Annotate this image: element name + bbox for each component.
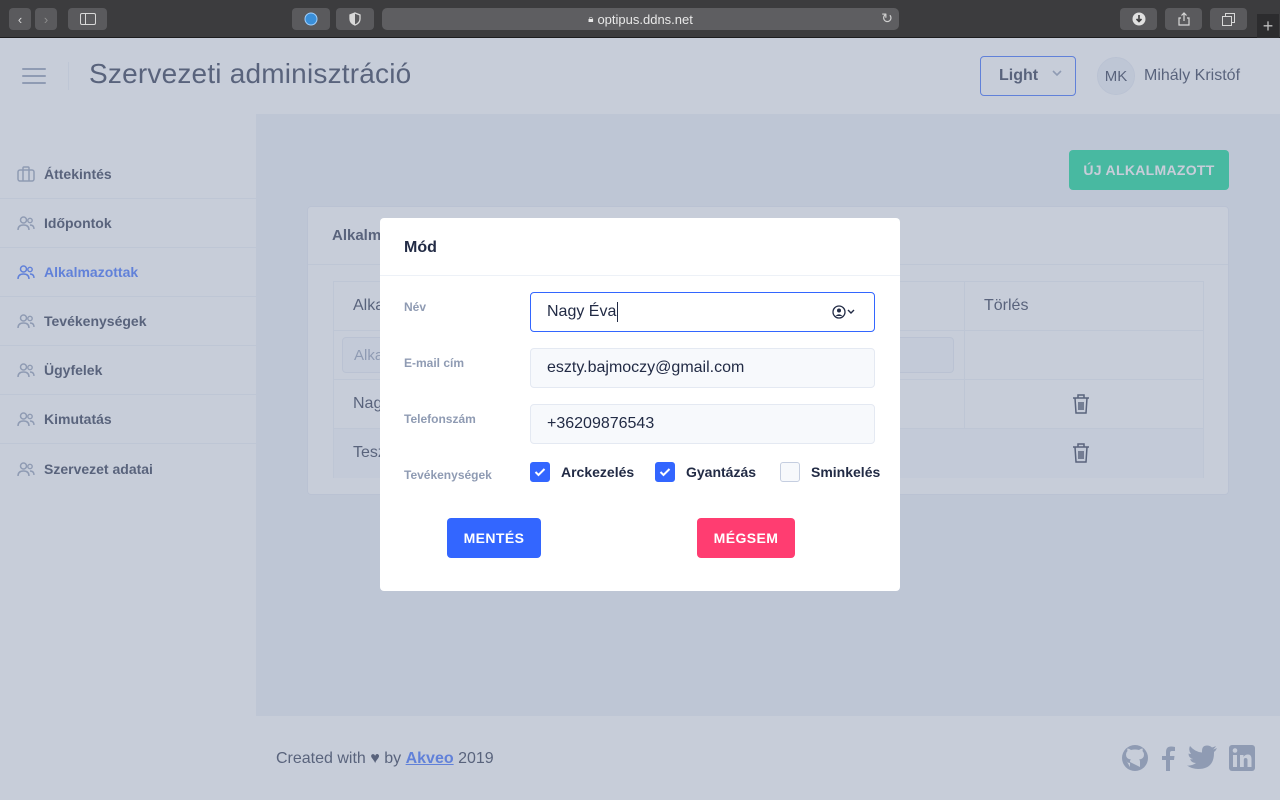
activity-checkbox-gyantazas[interactable]: Gyantázás bbox=[655, 462, 756, 482]
extension-icon[interactable] bbox=[292, 8, 330, 30]
activity-checkbox-sminkeles[interactable]: Sminkelés bbox=[780, 462, 880, 482]
contact-autofill-icon[interactable] bbox=[832, 304, 858, 320]
lock-icon: 🔒︎ bbox=[588, 13, 594, 25]
checkbox-checked-icon bbox=[530, 462, 550, 482]
phone-label: Telefonszám bbox=[404, 412, 476, 426]
address-bar[interactable]: 🔒︎ optipus.ddns.net ↻ bbox=[382, 8, 899, 30]
edit-employee-dialog: Mód Név Nagy Éva E-mail cím eszty.bajmoc… bbox=[380, 218, 900, 591]
checkbox-unchecked-icon bbox=[780, 462, 800, 482]
tabs-overview-icon[interactable] bbox=[1210, 8, 1247, 30]
sidebar-toggle-icon[interactable] bbox=[68, 8, 107, 30]
checkbox-checked-icon bbox=[655, 462, 675, 482]
phone-input[interactable]: +36209876543 bbox=[530, 404, 875, 444]
text-caret bbox=[617, 302, 619, 322]
activities-label: Tevékenységek bbox=[404, 468, 492, 482]
activity-checkbox-arckezeles[interactable]: Arckezelés bbox=[530, 462, 634, 482]
name-input[interactable]: Nagy Éva bbox=[530, 292, 875, 332]
reload-icon[interactable]: ↻ bbox=[881, 10, 893, 27]
dialog-title: Mód bbox=[380, 218, 900, 276]
privacy-shield-icon[interactable] bbox=[336, 8, 374, 30]
email-input-value: eszty.bajmoczy@gmail.com bbox=[547, 359, 745, 376]
checkbox-label: Sminkelés bbox=[811, 464, 881, 480]
url-text: optipus.ddns.net bbox=[597, 11, 693, 27]
checkbox-label: Arckezelés bbox=[561, 464, 635, 480]
cancel-button[interactable]: MÉGSEM bbox=[697, 518, 795, 558]
downloads-icon[interactable] bbox=[1120, 8, 1157, 30]
name-label: Név bbox=[404, 300, 427, 314]
share-icon[interactable] bbox=[1165, 8, 1202, 30]
new-tab-button[interactable]: + bbox=[1257, 14, 1279, 38]
save-button[interactable]: MENTÉS bbox=[447, 518, 541, 558]
phone-input-value: +36209876543 bbox=[547, 415, 655, 432]
back-button[interactable]: ‹ bbox=[9, 8, 31, 30]
email-label: E-mail cím bbox=[404, 356, 465, 370]
email-input[interactable]: eszty.bajmoczy@gmail.com bbox=[530, 348, 875, 388]
browser-toolbar: ‹ › 🔒︎ optipus.ddns.net ↻ + bbox=[0, 0, 1280, 38]
forward-button[interactable]: › bbox=[35, 8, 57, 30]
name-input-value: Nagy Éva bbox=[547, 303, 617, 320]
checkbox-label: Gyantázás bbox=[686, 464, 757, 480]
